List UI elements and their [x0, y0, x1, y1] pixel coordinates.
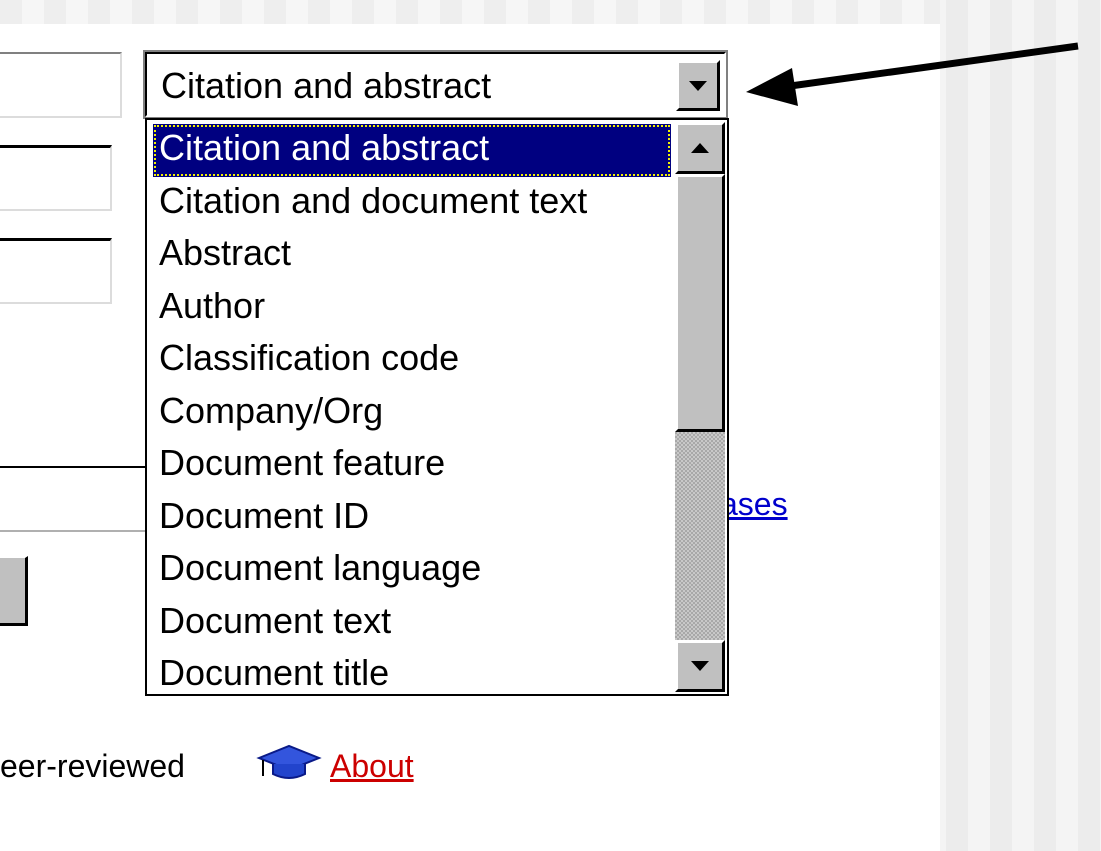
list-option[interactable]: Author — [153, 282, 671, 335]
select-value: Citation and abstract — [161, 65, 492, 106]
list-option-label: Document language — [159, 547, 482, 588]
search-field-listbox[interactable]: Citation and abstract Citation and docume… — [145, 118, 729, 696]
list-option-label: Document text — [159, 599, 392, 641]
scroll-up-icon[interactable] — [675, 122, 725, 174]
scroll-down-icon[interactable] — [675, 640, 725, 692]
divider-line-light — [0, 530, 146, 532]
list-option[interactable]: Document language — [153, 544, 671, 597]
list-option[interactable]: Citation and abstract — [153, 124, 671, 177]
about-link[interactable]: About — [330, 748, 414, 785]
graduation-cap-icon — [256, 744, 322, 779]
list-option[interactable]: Document title — [153, 649, 671, 702]
list-option[interactable]: Document ID — [153, 492, 671, 545]
arrow-icon — [746, 42, 1079, 106]
list-option-label: Document title — [159, 652, 390, 693]
list-option-label: Company/Org — [159, 389, 384, 431]
list-option[interactable]: Document text — [153, 597, 671, 650]
databases-link[interactable]: ases — [720, 486, 788, 523]
peer-reviewed-label: eer-reviewed — [0, 748, 185, 784]
list-option-label: Citation and abstract — [159, 127, 490, 168]
chevron-down-icon[interactable] — [676, 60, 720, 111]
search-input-3[interactable] — [0, 238, 112, 304]
option-list: Citation and abstract Citation and docume… — [153, 124, 671, 702]
list-option[interactable]: Abstract — [153, 229, 671, 282]
list-option-label: Classification code — [159, 337, 460, 378]
list-option[interactable]: Citation and document text — [153, 177, 671, 230]
list-option[interactable]: Company/Org — [153, 387, 671, 440]
divider-line — [0, 466, 146, 468]
list-option-label: Document feature — [159, 442, 446, 483]
search-form-page: ases Citation and abstract Citation and … — [0, 0, 940, 851]
list-option-label: Document ID — [159, 494, 370, 536]
search-input-2[interactable] — [0, 145, 112, 211]
list-option-label: Citation and document text — [159, 179, 588, 221]
search-input-1[interactable] — [0, 52, 122, 118]
top-strip — [0, 0, 940, 24]
scrollbar-thumb[interactable] — [675, 174, 725, 432]
scrollbar[interactable] — [675, 122, 725, 692]
screen: ases Citation and abstract Citation and … — [0, 0, 1101, 851]
search-button[interactable] — [0, 556, 28, 626]
list-option[interactable]: Classification code — [153, 334, 671, 387]
search-field-select[interactable]: Citation and abstract — [143, 50, 728, 119]
list-option-label: Author — [159, 284, 266, 326]
list-option[interactable]: Document feature — [153, 439, 671, 492]
list-option-label: Abstract — [159, 232, 292, 273]
